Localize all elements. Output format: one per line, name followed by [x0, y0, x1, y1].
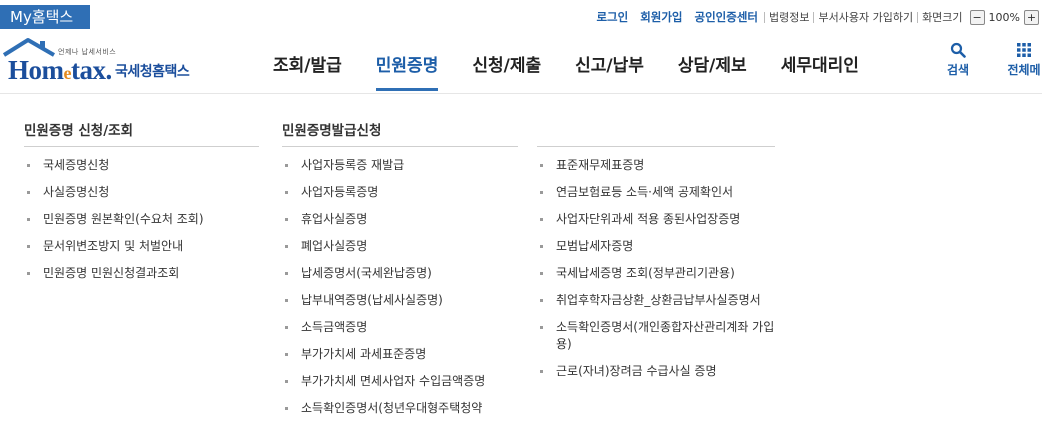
top-utility-bar: My홈택스 로그인 회원가입 공인인증센터 법령정보 부서사용자 가입하기 화면…	[0, 0, 1042, 33]
my-hometax-tab[interactable]: My홈택스	[0, 5, 90, 29]
menu-item[interactable]: 납세증명서(국세완납증명)	[282, 265, 518, 282]
zoom-level: 100%	[988, 10, 1020, 24]
dropdown-column-civil-inquiry: 민원증명 신청/조회 국세증명신청 사실증명신청 민원증명 원본확인(수요처 조…	[24, 117, 259, 292]
search-label: 검색	[946, 63, 970, 77]
nav-apply-submit[interactable]: 신청/제출	[455, 33, 558, 93]
menu-item[interactable]: 휴업사실증명	[282, 211, 518, 228]
column-title-spacer	[537, 117, 775, 147]
menu-item[interactable]: 국세납세증명 조회(정부관리기관용)	[537, 265, 775, 282]
login-link[interactable]: 로그인	[590, 9, 634, 25]
all-menu-button[interactable]: 전체메	[994, 39, 1042, 78]
menu-item[interactable]: 소득금액증명	[282, 319, 518, 336]
signup-link[interactable]: 회원가입	[634, 9, 688, 25]
menu-item[interactable]: 민원증명 원본확인(수요처 조회)	[24, 211, 259, 228]
header: 언제나 납세서비스 Hometax. 국세청홈택스 조회/발급 민원증명 신청/…	[0, 33, 1042, 93]
menu-item[interactable]: 모범납세자증명	[537, 238, 775, 255]
menu-item[interactable]: 표준재무제표증명	[537, 157, 775, 174]
menu-item[interactable]: 소득확인증명서(청년우대형주택청약	[282, 400, 518, 417]
nav-inquiry-issue[interactable]: 조회/발급	[256, 33, 359, 93]
menu-item[interactable]: 근로(자녀)장려금 수급사실 증명	[537, 363, 775, 380]
search-button[interactable]: 검색	[928, 39, 988, 78]
menu-item[interactable]: 납부내역증명(납세사실증명)	[282, 292, 518, 309]
dept-user-signup-link[interactable]: 부서사용자 가입하기	[814, 9, 917, 25]
menu-item[interactable]: 취업후학자금상환_상환금납부사실증명서	[537, 292, 775, 309]
logo-korean-name: 국세청홈택스	[115, 64, 190, 80]
menu-list: 국세증명신청 사실증명신청 민원증명 원본확인(수요처 조회) 문서위변조방지 …	[24, 157, 259, 282]
law-info-link[interactable]: 법령정보	[765, 9, 813, 25]
column-title: 민원증명 신청/조회	[24, 117, 259, 147]
menu-item[interactable]: 부가가치세 과세표준증명	[282, 346, 518, 363]
utility-links: 로그인 회원가입 공인인증센터 법령정보 부서사용자 가입하기 화면크기 − 1…	[590, 6, 1042, 28]
header-divider	[0, 93, 1042, 94]
nav-report-pay[interactable]: 신고/납부	[558, 33, 661, 93]
nav-consult-report[interactable]: 상담/제보	[661, 33, 764, 93]
all-menu-label: 전체메	[1007, 63, 1041, 77]
zoom-out-button[interactable]: −	[969, 9, 985, 25]
screen-size-label: 화면크기	[922, 11, 963, 24]
menu-list: 사업자등록증 재발급 사업자등록증명 휴업사실증명 폐업사실증명 납세증명서(국…	[282, 157, 518, 417]
nav-civil-certificate[interactable]: 민원증명	[359, 33, 456, 93]
menu-item[interactable]: 사업자등록증 재발급	[282, 157, 518, 174]
menu-item[interactable]: 사실증명신청	[24, 184, 259, 201]
zoom-in-button[interactable]: +	[1024, 9, 1039, 25]
column-title: 민원증명발급신청	[282, 117, 518, 147]
hometax-logo[interactable]: 언제나 납세서비스 Hometax. 국세청홈택스	[2, 37, 202, 87]
menu-item[interactable]: 연금보험료등 소득·세액 공제확인서	[537, 184, 775, 201]
cert-center-link[interactable]: 공인인증센터	[689, 9, 764, 25]
menu-item[interactable]: 사업자등록증명	[282, 184, 518, 201]
menu-list: 표준재무제표증명 연금보험료등 소득·세액 공제확인서 사업자단위과세 적용 종…	[537, 157, 775, 380]
nav-tax-agent[interactable]: 세무대리인	[764, 33, 876, 93]
menu-item[interactable]: 문서위변조방지 및 처벌안내	[24, 238, 259, 255]
menu-item[interactable]: 소득확인증명서(개인종합자산관리계좌 가입용)	[537, 319, 775, 353]
logo-wordmark: Hometax.	[8, 55, 112, 85]
grid-icon	[1017, 43, 1031, 57]
menu-item[interactable]: 폐업사실증명	[282, 238, 518, 255]
menu-item[interactable]: 사업자단위과세 적용 종된사업장증명	[537, 211, 775, 228]
menu-item[interactable]: 부가가치세 면세사업자 수입금액증명	[282, 373, 518, 390]
dropdown-column-certificate-issue: 민원증명발급신청 사업자등록증 재발급 사업자등록증명 휴업사실증명 폐업사실증…	[282, 117, 518, 427]
menu-item[interactable]: 국세증명신청	[24, 157, 259, 174]
search-icon	[950, 42, 966, 58]
menu-item[interactable]: 민원증명 민원신청결과조회	[24, 265, 259, 282]
dropdown-column-certificate-issue-more: 표준재무제표증명 연금보험료등 소득·세액 공제확인서 사업자단위과세 적용 종…	[537, 117, 775, 390]
main-navigation: 조회/발급 민원증명 신청/제출 신고/납부 상담/제보 세무대리인	[256, 33, 876, 93]
